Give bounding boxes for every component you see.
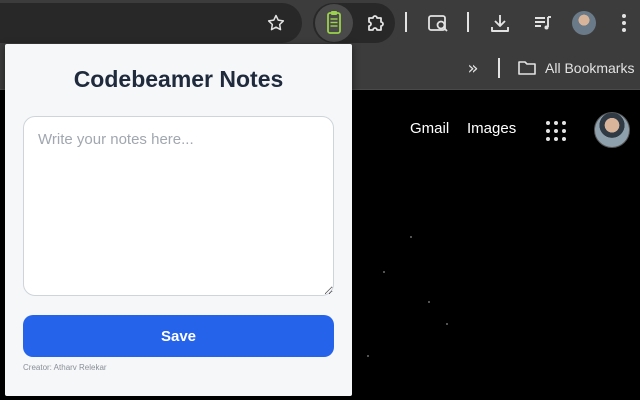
- apps-grid-icon[interactable]: [546, 121, 566, 141]
- bookmarks-divider: [498, 58, 500, 78]
- toolbar-divider: [405, 12, 407, 32]
- media-queue-icon[interactable]: [529, 9, 557, 37]
- chevron-double-right-icon[interactable]: »: [462, 56, 484, 80]
- folder-icon: [518, 61, 536, 75]
- download-icon[interactable]: [486, 9, 514, 37]
- star-icon[interactable]: [262, 9, 290, 37]
- notes-textarea[interactable]: [23, 116, 334, 296]
- save-button[interactable]: Save: [23, 315, 334, 357]
- more-menu-icon[interactable]: [612, 9, 636, 37]
- all-bookmarks-button[interactable]: All Bookmarks: [517, 56, 634, 80]
- profile-avatar[interactable]: [572, 11, 596, 35]
- popup-title: Codebeamer Notes: [73, 66, 284, 92]
- all-bookmarks-label: All Bookmarks: [545, 60, 635, 76]
- gmail-link[interactable]: Gmail: [410, 120, 449, 137]
- creator-credit: Creator: Atharv Relekar: [23, 363, 107, 372]
- notes-popup: Codebeamer Notes Save Creator: Atharv Re…: [5, 44, 352, 396]
- google-account-avatar[interactable]: [594, 112, 630, 148]
- notes-extension-icon[interactable]: [315, 4, 353, 42]
- lens-search-icon[interactable]: [424, 9, 452, 37]
- address-bar[interactable]: [0, 3, 302, 43]
- images-link[interactable]: Images: [467, 120, 516, 137]
- browser-toolbar: [0, 0, 640, 46]
- extensions-puzzle-icon[interactable]: [362, 8, 390, 38]
- toolbar-divider: [467, 12, 469, 32]
